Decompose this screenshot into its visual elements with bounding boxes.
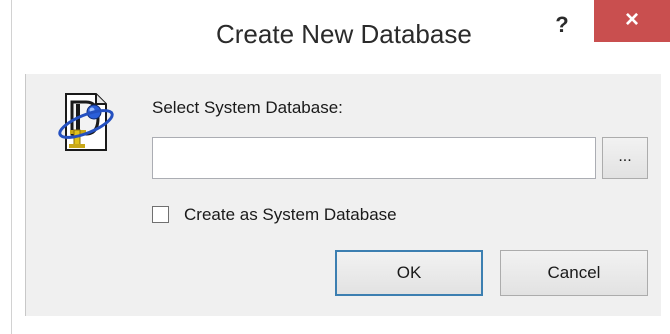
- system-database-checkbox-label[interactable]: Create as System Database: [184, 205, 397, 225]
- system-database-checkbox[interactable]: [152, 206, 169, 223]
- window-left-frame: [0, 0, 12, 334]
- cancel-button[interactable]: Cancel: [500, 250, 648, 296]
- window-bottom-frame: [12, 316, 670, 334]
- title-bar[interactable]: Create New Database ? ×: [12, 0, 670, 74]
- close-icon: ×: [624, 6, 639, 33]
- database-path-input[interactable]: [152, 137, 596, 179]
- help-button[interactable]: ?: [542, 8, 582, 42]
- database-app-icon: [58, 93, 114, 151]
- select-database-label: Select System Database:: [152, 98, 343, 117]
- browse-button[interactable]: ...: [602, 137, 648, 179]
- dialog-window: Create New Database ? × Select System Da…: [0, 0, 670, 334]
- window-right-frame: [661, 42, 670, 334]
- close-button[interactable]: ×: [594, 0, 670, 42]
- ok-button[interactable]: OK: [335, 250, 483, 296]
- dialog-title: Create New Database: [216, 19, 472, 49]
